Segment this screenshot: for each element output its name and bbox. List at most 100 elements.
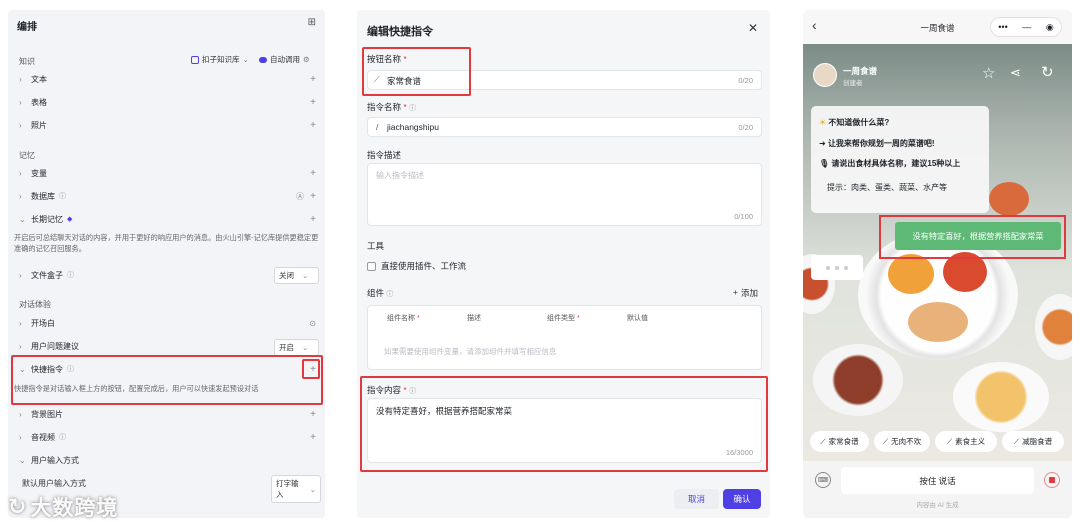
typing-dot: [835, 265, 839, 270]
knowledge-item-photo[interactable]: › 照片 +: [19, 116, 319, 134]
section-knowledge-title: 知识: [19, 57, 35, 66]
chevron-right-icon: ›: [19, 409, 22, 419]
card-line-text: 请说出食材具体名称，建议15种以上: [831, 159, 961, 168]
typing-indicator: [811, 255, 863, 280]
knowledge-item-text[interactable]: › 文本 +: [19, 70, 319, 88]
stop-square: [1049, 477, 1055, 483]
info-icon: ⓘ: [409, 105, 417, 112]
plate-illustration: [813, 344, 903, 416]
shortcut-chip-home[interactable]: ⟋ 家常食谱: [810, 431, 869, 452]
knowledge-source-label: 扣子知识库: [202, 55, 240, 64]
add-component-button[interactable]: + 添加: [733, 287, 758, 299]
refresh-icon[interactable]: ↻: [1041, 63, 1054, 81]
section-dialog-title: 对话体验: [19, 300, 51, 309]
default-input-label: 默认用户输入方式: [22, 479, 86, 488]
plate-illustration: [1035, 294, 1072, 360]
command-description-textarea[interactable]: 输入指令描述 0/100: [367, 163, 762, 226]
info-icon: ⓘ: [59, 193, 66, 200]
knowledge-item-table[interactable]: › 表格 +: [19, 93, 319, 111]
auto-call-select[interactable]: 自动调用 ⚙: [259, 54, 310, 65]
shortcut-chip-meat[interactable]: ⟋ 无肉不欢: [874, 431, 930, 452]
watermark-text: 大数跨境: [30, 497, 119, 520]
dialog-item-audio-video[interactable]: › 音视频 ⓘ +: [19, 428, 319, 446]
watermark: ↻ 大数跨境: [8, 492, 118, 522]
component-label: 组件 ⓘ: [367, 287, 393, 299]
edit-shortcut-dialog: 编辑快捷指令 ✕ 按钮名称 * ⟋ 家常食谱 0/20 指令名称 * ⓘ / j…: [357, 10, 770, 518]
ai-icon[interactable]: Ⓐ: [296, 191, 304, 202]
input-mode-label: 用户输入方式: [31, 455, 79, 465]
dialog-item-background[interactable]: › 背景图片 +: [19, 405, 319, 423]
section-memory-title: 记忆: [19, 151, 35, 160]
chip-label: 减脂食谱: [1022, 437, 1053, 446]
layout-grid-icon[interactable]: ⊞: [308, 17, 316, 28]
knowledge-source-select[interactable]: 扣子知识库 ⌄: [191, 54, 249, 65]
panel-title: 编排: [17, 22, 37, 33]
add-icon[interactable]: +: [310, 191, 316, 202]
hold-to-talk-button[interactable]: 按住 说话: [841, 467, 1034, 494]
bot-preview: ‹ 一周食谱 ••• — ◉ 一周食谱 创建者 ☆ ⋖ ↻ ☀ 不知道做什么菜?…: [803, 10, 1072, 518]
longterm-memory-label: 长期记忆: [31, 214, 63, 224]
record-icon[interactable]: ◉: [1046, 22, 1054, 33]
card-line: 🎙 请说出食材具体名称，建议15种以上: [819, 158, 960, 169]
direct-use-label: 直接使用插件、工作流: [381, 261, 467, 271]
dialog-item-opening[interactable]: › 开场白 ⊙: [19, 314, 319, 332]
checkbox-box: [367, 261, 376, 271]
close-icon[interactable]: ✕: [748, 21, 758, 35]
rocket-icon: ⟋: [946, 436, 953, 446]
command-name-value: jiachangshipu: [387, 122, 439, 132]
star-icon[interactable]: ☆: [982, 64, 995, 82]
capsule-menu: ••• — ◉: [990, 17, 1062, 37]
input-bar: ⌨ 按住 说话 内容由 AI 生成: [803, 461, 1072, 518]
memory-item-database[interactable]: › 数据库 ⓘ Ⓐ +: [19, 187, 319, 205]
minimize-icon[interactable]: —: [1022, 22, 1031, 32]
add-icon[interactable]: +: [310, 97, 316, 108]
more-icon[interactable]: •••: [998, 22, 1007, 32]
command-name-field[interactable]: / jiachangshipu 0/20: [367, 117, 762, 137]
direct-use-checkbox[interactable]: 直接使用插件、工作流: [367, 260, 466, 272]
add-component-label: 添加: [740, 288, 758, 298]
chevron-right-icon: ›: [19, 120, 22, 130]
add-icon[interactable]: +: [310, 214, 316, 225]
opening-label: 开场白: [31, 318, 55, 328]
col-component-name: 组件名称 *: [387, 313, 420, 323]
chevron-right-icon: ›: [19, 432, 22, 442]
dish-illustration: [989, 182, 1029, 216]
command-name-label-text: 指令名称: [367, 102, 402, 112]
add-icon[interactable]: +: [310, 409, 316, 420]
bot-creator: 创建者: [843, 80, 863, 87]
command-name-label: 指令名称 * ⓘ: [367, 101, 416, 113]
stop-icon[interactable]: [1044, 472, 1060, 488]
settings-icon: ⚙: [303, 55, 310, 64]
suggest-select[interactable]: 开启 ⌄: [274, 339, 319, 356]
dialog-item-input-mode[interactable]: ⌄ 用户输入方式: [19, 451, 319, 469]
add-icon[interactable]: +: [310, 168, 316, 179]
chevron-down-icon: ⌄: [302, 343, 309, 352]
keyboard-icon[interactable]: ⌨: [815, 472, 831, 488]
filebox-select[interactable]: 关闭 ⌄: [274, 267, 319, 284]
chip-label: 素食主义: [955, 437, 986, 446]
add-icon[interactable]: +: [310, 120, 316, 131]
confirm-button[interactable]: 确认: [723, 489, 761, 509]
knowledge-item-label: 表格: [31, 97, 47, 107]
knowledge-item-label: 照片: [31, 120, 47, 130]
target-icon[interactable]: ⊙: [309, 319, 316, 328]
share-icon[interactable]: ⋖: [1010, 65, 1021, 81]
variables-label: 变量: [31, 168, 47, 178]
chevron-right-icon: ›: [19, 318, 22, 328]
cancel-button[interactable]: 取消: [674, 489, 719, 509]
memory-item-longterm[interactable]: ⌄ 长期记忆 ◆ +: [19, 210, 319, 228]
highlight-box-content: [360, 376, 768, 472]
info-icon: ⓘ: [386, 291, 394, 298]
default-input-select[interactable]: 打字输入 ⌄: [271, 475, 321, 503]
command-description-label: 指令描述: [367, 150, 402, 160]
add-icon[interactable]: +: [310, 432, 316, 443]
bot-message-card: ☀ 不知道做什么菜? ➜ 让我来帮你规划一周的菜谱吧! 🎙 请说出食材具体名称，…: [811, 106, 989, 213]
add-icon[interactable]: +: [310, 74, 316, 85]
info-icon: ⓘ: [59, 434, 66, 441]
dialog-title: 编辑快捷指令: [367, 26, 433, 38]
orchestration-panel: 编排 ⊞ 知识 扣子知识库 ⌄ 自动调用 ⚙ › 文本 + › 表格 + › 照…: [8, 10, 325, 518]
memory-item-variables[interactable]: › 变量 +: [19, 164, 319, 182]
shortcut-chip-vegetarian[interactable]: ⟋ 素食主义: [935, 431, 997, 452]
card-hint: 提示：肉类、蛋类、蔬菜、水产等: [827, 183, 947, 192]
shortcut-chip-diet[interactable]: ⟋ 减脂食谱: [1002, 431, 1064, 452]
